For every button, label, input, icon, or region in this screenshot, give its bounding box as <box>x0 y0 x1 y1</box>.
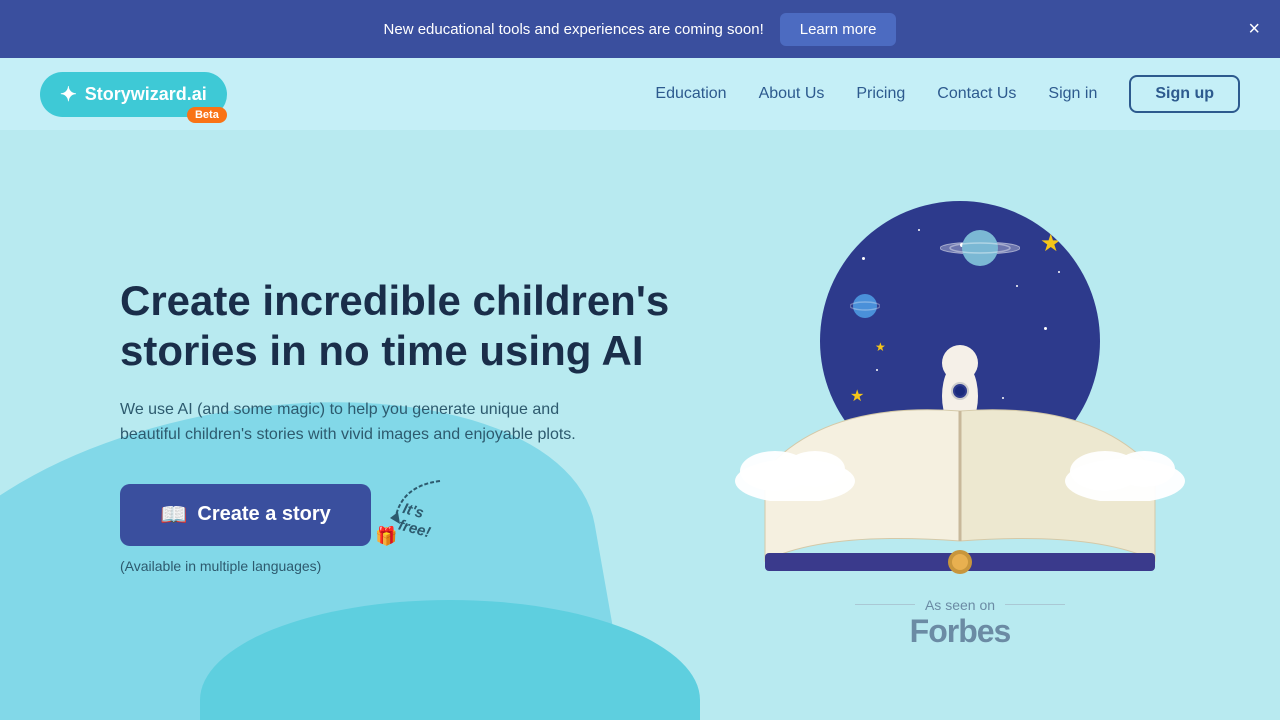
svg-text:★: ★ <box>1040 230 1062 257</box>
as-seen-on-row: As seen on <box>855 597 1065 613</box>
left-section: Create incredible children's stories in … <box>0 276 680 574</box>
logo-icon: ✦ <box>60 82 77 107</box>
gift-icon: 🎁 <box>375 526 397 547</box>
sign-up-button[interactable]: Sign up <box>1129 75 1240 113</box>
create-story-button[interactable]: 📖 Create a story <box>120 484 371 546</box>
nav-about-us[interactable]: About Us <box>759 85 825 102</box>
sign-in-link[interactable]: Sign in <box>1048 85 1097 103</box>
announcement-banner: New educational tools and experiences ar… <box>0 0 1280 58</box>
divider-left <box>855 604 915 605</box>
book-illustration: ★ ★ ★ <box>750 201 1170 581</box>
planet-saturn <box>940 223 1020 273</box>
nav-education[interactable]: Education <box>655 85 726 102</box>
main-content: Create incredible children's stories in … <box>0 130 1280 720</box>
close-banner-button[interactable]: × <box>1248 19 1260 39</box>
banner-text: New educational tools and experiences ar… <box>384 21 764 38</box>
cloud-outer-left <box>730 441 860 501</box>
as-seen-on: As seen on Forbes <box>855 597 1065 650</box>
hero-title: Create incredible children's stories in … <box>120 276 680 377</box>
as-seen-on-label: As seen on <box>925 597 995 613</box>
create-story-label: Create a story <box>197 503 330 526</box>
divider-right <box>1005 604 1065 605</box>
planet-blue <box>850 291 880 321</box>
right-section: ★ ★ ★ <box>680 201 1280 650</box>
cloud-outer-right <box>1060 441 1190 501</box>
logo-area: ✦ Storywizard.ai Beta <box>40 72 227 117</box>
nav-links: Education About Us Pricing Contact Us <box>655 85 1016 103</box>
learn-more-button[interactable]: Learn more <box>780 13 897 46</box>
navbar: ✦ Storywizard.ai Beta Education About Us… <box>0 58 1280 130</box>
forbes-text: Forbes <box>910 613 1011 650</box>
logo-text: Storywizard.ai <box>85 84 207 105</box>
nav-right: Education About Us Pricing Contact Us Si… <box>655 75 1240 113</box>
available-languages-text: (Available in multiple languages) <box>120 558 680 574</box>
book-icon: 📖 <box>160 502 187 528</box>
hero-subtitle: We use AI (and some magic) to help you g… <box>120 397 600 448</box>
beta-badge: Beta <box>187 107 227 123</box>
nav-pricing[interactable]: Pricing <box>856 85 905 102</box>
svg-text:★: ★ <box>875 340 886 354</box>
nav-contact-us[interactable]: Contact Us <box>937 85 1016 102</box>
free-annotation: It's free! 🎁 <box>380 476 450 541</box>
